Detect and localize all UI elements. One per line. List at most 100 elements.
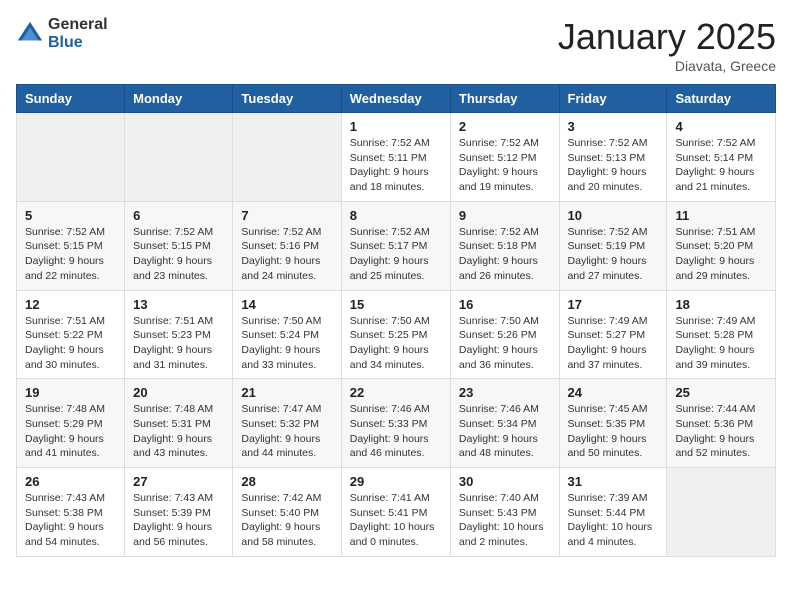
calendar-cell: 9Sunrise: 7:52 AM Sunset: 5:18 PM Daylig… — [450, 201, 559, 290]
day-number: 24 — [568, 385, 659, 400]
day-info: Sunrise: 7:46 AM Sunset: 5:33 PM Dayligh… — [350, 402, 442, 461]
calendar-cell: 13 Sunrise: 7:51 AM Sunset: 5:23 PM Dayli… — [125, 290, 233, 379]
day-info: Sunrise: 7:49 AM Sunset: 5:27 PM Dayligh… — [568, 314, 659, 373]
calendar-week-row: 12Sunrise: 7:51 AM Sunset: 5:22 PM Dayli… — [17, 290, 776, 379]
calendar-cell — [233, 113, 341, 202]
calendar-table: SundayMondayTuesdayWednesdayThursdayFrid… — [16, 84, 776, 557]
logo: General Blue — [16, 16, 108, 52]
day-info: Sunrise: 7:52 AM Sunset: 5:12 PM Dayligh… — [459, 136, 551, 195]
day-info: Sunrise: 7:52 AM Sunset: 5:15 PM Dayligh… — [25, 225, 116, 284]
day-number: 13 — [133, 297, 224, 312]
weekday-header: Thursday — [450, 85, 559, 113]
day-info: Sunrise: 7:48 AM Sunset: 5:29 PM Dayligh… — [25, 402, 116, 461]
calendar-cell — [125, 113, 233, 202]
calendar-week-row: 1 Sunrise: 7:52 AM Sunset: 5:11 PM Daylig… — [17, 113, 776, 202]
day-number: 30 — [459, 474, 551, 489]
day-info: Sunrise: 7:42 AM Sunset: 5:40 PM Dayligh… — [241, 491, 332, 550]
calendar-cell: 14 Sunrise: 7:50 AM Sunset: 5:24 PM Dayli… — [233, 290, 341, 379]
day-number: 19 — [25, 385, 116, 400]
calendar-cell: 24 Sunrise: 7:45 AM Sunset: 5:35 PM Dayli… — [559, 379, 667, 468]
day-number: 18 — [675, 297, 767, 312]
weekday-header: Sunday — [17, 85, 125, 113]
day-number: 8 — [350, 208, 442, 223]
day-info: Sunrise: 7:47 AM Sunset: 5:32 PM Dayligh… — [241, 402, 332, 461]
calendar-cell: 3 Sunrise: 7:52 AM Sunset: 5:13 PM Daylig… — [559, 113, 667, 202]
calendar-cell: 26 Sunrise: 7:43 AM Sunset: 5:38 PM Dayli… — [17, 468, 125, 557]
calendar-cell: 30 Sunrise: 7:40 AM Sunset: 5:43 PM Dayli… — [450, 468, 559, 557]
day-number: 21 — [241, 385, 332, 400]
calendar-cell: 15 Sunrise: 7:50 AM Sunset: 5:25 PM Dayli… — [341, 290, 450, 379]
day-info: Sunrise: 7:43 AM Sunset: 5:39 PM Dayligh… — [133, 491, 224, 550]
day-number: 25 — [675, 385, 767, 400]
day-info: Sunrise: 7:46 AM Sunset: 5:34 PM Dayligh… — [459, 402, 551, 461]
logo-text: General Blue — [48, 16, 108, 52]
calendar-cell: 16 Sunrise: 7:50 AM Sunset: 5:26 PM Dayli… — [450, 290, 559, 379]
day-info: Sunrise: 7:51 AM Sunset: 5:23 PM Dayligh… — [133, 314, 224, 373]
day-number: 5 — [25, 208, 116, 223]
logo-blue: Blue — [48, 34, 108, 52]
calendar-cell: 19 Sunrise: 7:48 AM Sunset: 5:29 PM Dayli… — [17, 379, 125, 468]
day-number: 4 — [675, 119, 767, 134]
day-info: Sunrise: 7:43 AM Sunset: 5:38 PM Dayligh… — [25, 491, 116, 550]
calendar-cell: 8 Sunrise: 7:52 AM Sunset: 5:17 PM Daylig… — [341, 201, 450, 290]
day-info: Sunrise: 7:45 AM Sunset: 5:35 PM Dayligh… — [568, 402, 659, 461]
page-header: General Blue January 2025 Diavata, Greec… — [16, 16, 776, 74]
logo-general: General — [48, 16, 108, 34]
month-title: January 2025 — [558, 16, 776, 58]
calendar-cell: 18Sunrise: 7:49 AM Sunset: 5:28 PM Dayli… — [667, 290, 776, 379]
day-number: 20 — [133, 385, 224, 400]
day-number: 22 — [350, 385, 442, 400]
day-number: 17 — [568, 297, 659, 312]
day-number: 31 — [568, 474, 659, 489]
day-info: Sunrise: 7:52 AM Sunset: 5:13 PM Dayligh… — [568, 136, 659, 195]
calendar-cell: 1 Sunrise: 7:52 AM Sunset: 5:11 PM Daylig… — [341, 113, 450, 202]
calendar-cell: 17 Sunrise: 7:49 AM Sunset: 5:27 PM Dayli… — [559, 290, 667, 379]
calendar-cell: 7 Sunrise: 7:52 AM Sunset: 5:16 PM Daylig… — [233, 201, 341, 290]
day-info: Sunrise: 7:52 AM Sunset: 5:14 PM Dayligh… — [675, 136, 767, 195]
day-number: 6 — [133, 208, 224, 223]
weekday-header: Tuesday — [233, 85, 341, 113]
day-number: 26 — [25, 474, 116, 489]
day-info: Sunrise: 7:50 AM Sunset: 5:26 PM Dayligh… — [459, 314, 551, 373]
day-info: Sunrise: 7:52 AM Sunset: 5:11 PM Dayligh… — [350, 136, 442, 195]
day-number: 11 — [675, 208, 767, 223]
day-number: 7 — [241, 208, 332, 223]
calendar-cell: 28Sunrise: 7:42 AM Sunset: 5:40 PM Dayli… — [233, 468, 341, 557]
day-number: 12 — [25, 297, 116, 312]
day-info: Sunrise: 7:50 AM Sunset: 5:25 PM Dayligh… — [350, 314, 442, 373]
day-number: 3 — [568, 119, 659, 134]
day-info: Sunrise: 7:51 AM Sunset: 5:20 PM Dayligh… — [675, 225, 767, 284]
calendar-header-row: SundayMondayTuesdayWednesdayThursdayFrid… — [17, 85, 776, 113]
calendar-cell: 27 Sunrise: 7:43 AM Sunset: 5:39 PM Dayli… — [125, 468, 233, 557]
day-info: Sunrise: 7:52 AM Sunset: 5:17 PM Dayligh… — [350, 225, 442, 284]
day-number: 1 — [350, 119, 442, 134]
calendar-cell: 2Sunrise: 7:52 AM Sunset: 5:12 PM Daylig… — [450, 113, 559, 202]
weekday-header: Monday — [125, 85, 233, 113]
day-number: 16 — [459, 297, 551, 312]
calendar-cell: 10Sunrise: 7:52 AM Sunset: 5:19 PM Dayli… — [559, 201, 667, 290]
calendar-cell: 23 Sunrise: 7:46 AM Sunset: 5:34 PM Dayli… — [450, 379, 559, 468]
location: Diavata, Greece — [558, 58, 776, 74]
calendar-week-row: 5 Sunrise: 7:52 AM Sunset: 5:15 PM Daylig… — [17, 201, 776, 290]
day-info: Sunrise: 7:52 AM Sunset: 5:15 PM Dayligh… — [133, 225, 224, 284]
day-number: 15 — [350, 297, 442, 312]
calendar-cell: 5 Sunrise: 7:52 AM Sunset: 5:15 PM Daylig… — [17, 201, 125, 290]
day-number: 23 — [459, 385, 551, 400]
day-number: 29 — [350, 474, 442, 489]
calendar-cell — [667, 468, 776, 557]
calendar-cell: 20Sunrise: 7:48 AM Sunset: 5:31 PM Dayli… — [125, 379, 233, 468]
calendar-cell: 25Sunrise: 7:44 AM Sunset: 5:36 PM Dayli… — [667, 379, 776, 468]
day-number: 14 — [241, 297, 332, 312]
calendar-cell: 31Sunrise: 7:39 AM Sunset: 5:44 PM Dayli… — [559, 468, 667, 557]
day-info: Sunrise: 7:52 AM Sunset: 5:18 PM Dayligh… — [459, 225, 551, 284]
day-info: Sunrise: 7:41 AM Sunset: 5:41 PM Dayligh… — [350, 491, 442, 550]
calendar-cell: 4 Sunrise: 7:52 AM Sunset: 5:14 PM Daylig… — [667, 113, 776, 202]
day-info: Sunrise: 7:40 AM Sunset: 5:43 PM Dayligh… — [459, 491, 551, 550]
day-info: Sunrise: 7:52 AM Sunset: 5:19 PM Dayligh… — [568, 225, 659, 284]
calendar-cell: 22 Sunrise: 7:46 AM Sunset: 5:33 PM Dayli… — [341, 379, 450, 468]
calendar-week-row: 19 Sunrise: 7:48 AM Sunset: 5:29 PM Dayli… — [17, 379, 776, 468]
day-info: Sunrise: 7:52 AM Sunset: 5:16 PM Dayligh… — [241, 225, 332, 284]
day-number: 27 — [133, 474, 224, 489]
day-info: Sunrise: 7:50 AM Sunset: 5:24 PM Dayligh… — [241, 314, 332, 373]
weekday-header: Saturday — [667, 85, 776, 113]
